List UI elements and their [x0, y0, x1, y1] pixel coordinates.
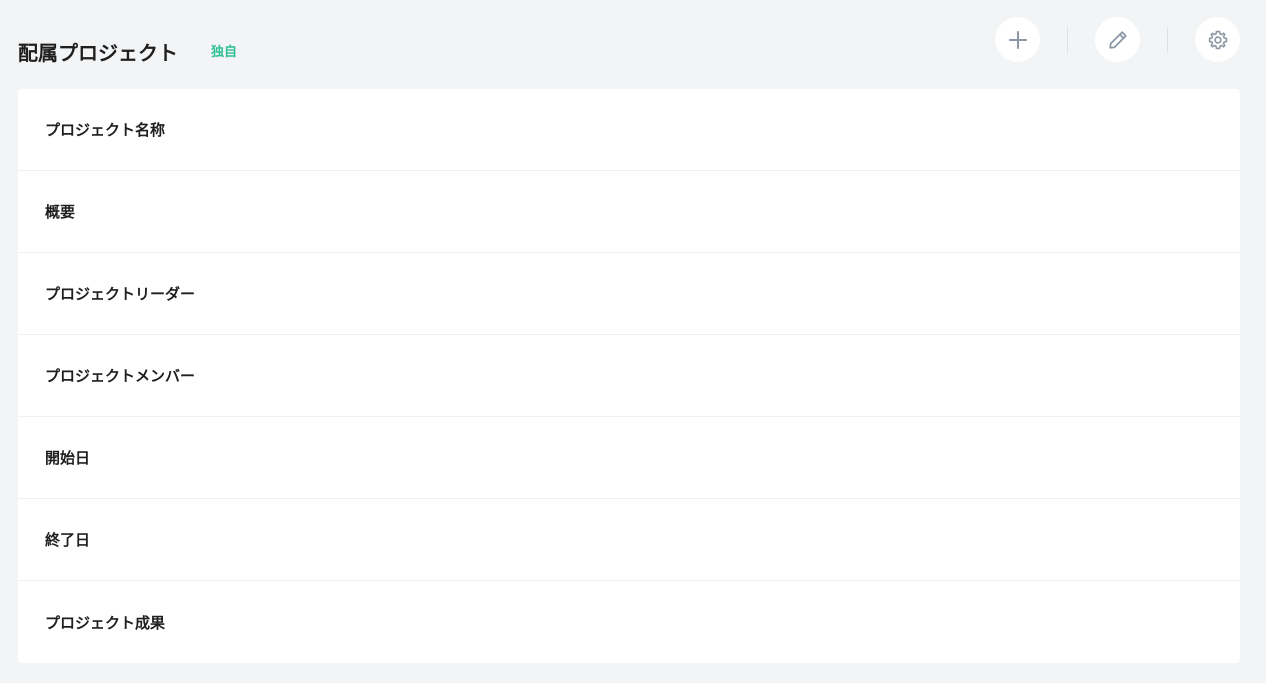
field-label: プロジェクトメンバー [45, 367, 196, 385]
plus-icon [1008, 30, 1027, 49]
edit-button[interactable] [1095, 17, 1140, 62]
pencil-icon [1108, 30, 1127, 49]
field-label: 開始日 [45, 449, 91, 467]
field-label: プロジェクトリーダー [45, 285, 196, 303]
gear-icon [1208, 30, 1227, 49]
settings-button[interactable] [1195, 17, 1240, 62]
toolbar-divider [1067, 26, 1068, 53]
field-row-start-date: 開始日 [18, 417, 1240, 499]
status-badge: 独自 [211, 45, 238, 60]
field-label: プロジェクト成果 [45, 613, 166, 632]
toolbar-divider [1167, 26, 1168, 53]
field-row-end-date: 終了日 [18, 499, 1240, 581]
field-row-project-members: プロジェクトメンバー [18, 335, 1240, 417]
field-row-project-results: プロジェクト成果 [18, 581, 1240, 663]
toolbar [995, 17, 1240, 62]
add-button[interactable] [995, 17, 1040, 62]
field-label: 概要 [45, 203, 76, 221]
page-title: 配属プロジェクト [18, 41, 178, 65]
field-row-summary: 概要 [18, 171, 1240, 253]
field-row-project-name: プロジェクト名称 [18, 89, 1240, 171]
section-header: 配属プロジェクト 独自 [18, 0, 1240, 89]
field-row-project-leader: プロジェクトリーダー [18, 253, 1240, 335]
project-detail-card: プロジェクト名称 概要 プロジェクトリーダー プロジェクトメンバー 開始日 終了… [18, 89, 1240, 663]
field-label: プロジェクト名称 [45, 121, 166, 139]
field-label: 終了日 [45, 531, 91, 549]
